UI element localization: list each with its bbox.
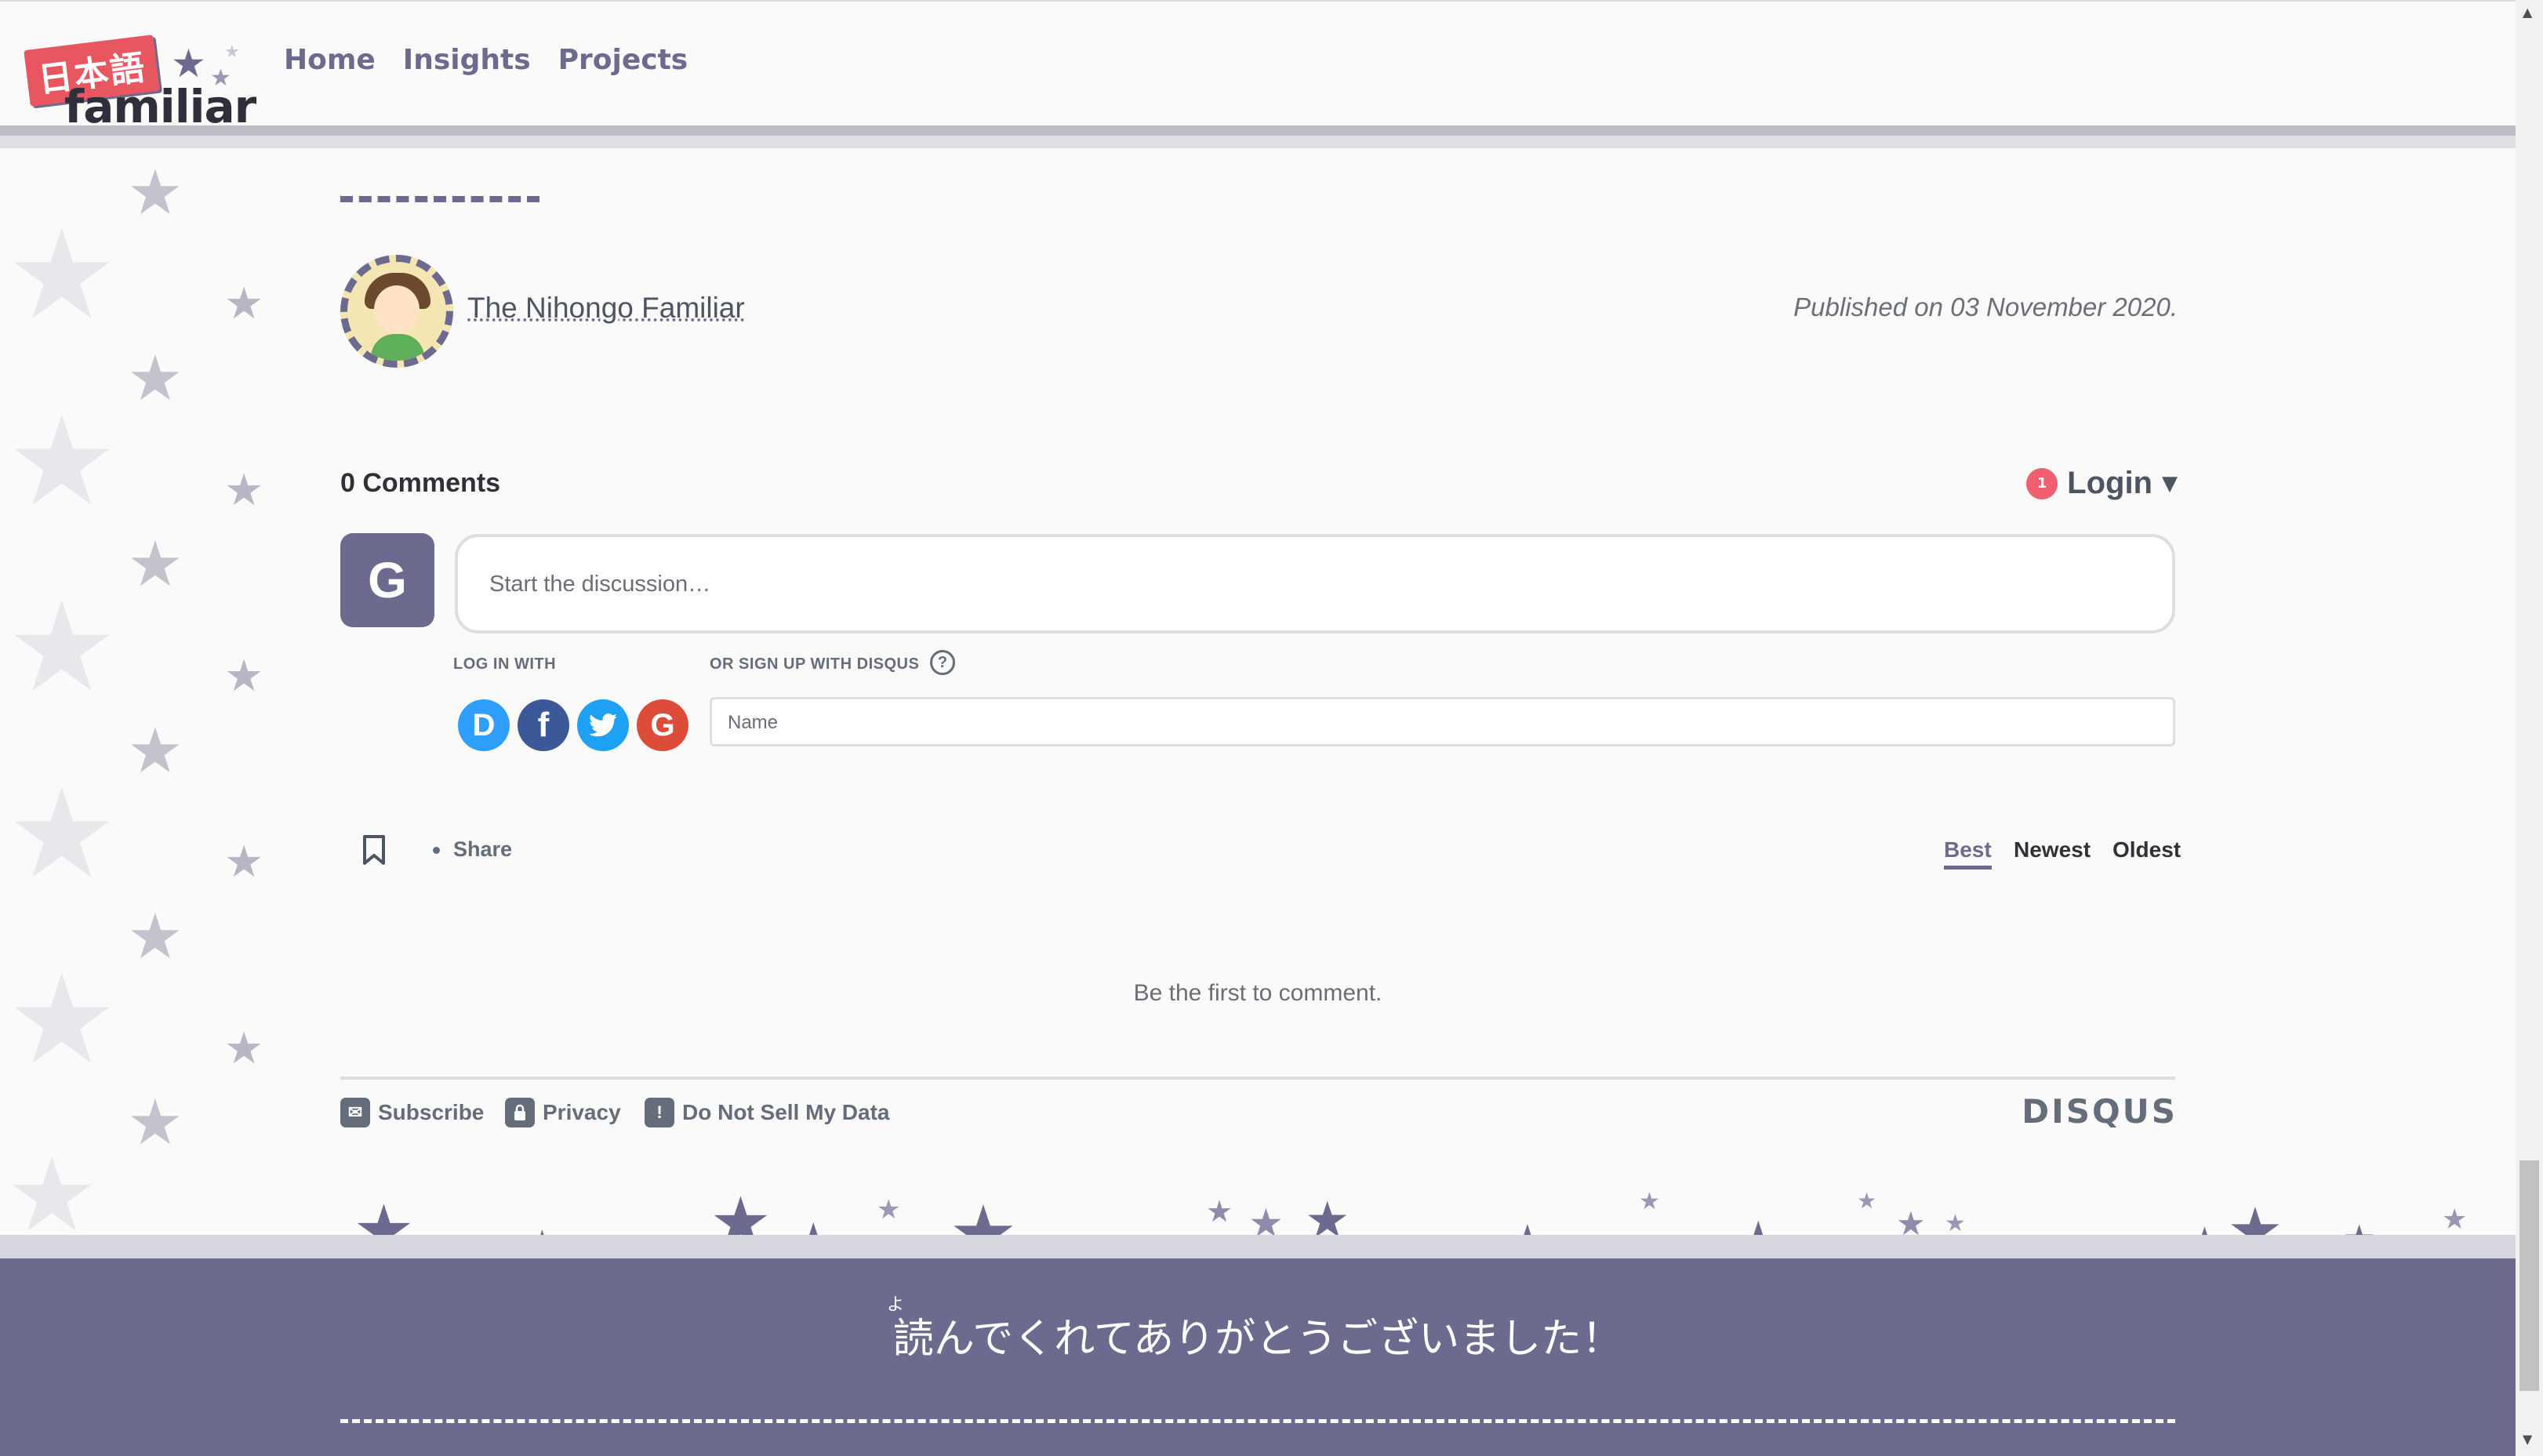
- envelope-icon: ✉: [340, 1098, 370, 1127]
- user-avatar: G: [340, 533, 434, 627]
- subscribe-label: Subscribe: [378, 1100, 485, 1124]
- star-icon: ★: [1945, 1210, 1966, 1237]
- star-icon: ★: [6, 948, 118, 1092]
- alert-icon: !: [645, 1098, 674, 1127]
- comment-placeholder: Start the discussion…: [489, 572, 711, 597]
- section-divider: [340, 196, 539, 202]
- star-icon: ★: [877, 1194, 901, 1225]
- scroll-down-icon[interactable]: ▼: [2523, 1432, 2532, 1447]
- facebook-login-button[interactable]: f: [518, 699, 569, 751]
- footer-band-top: [0, 1235, 2516, 1258]
- star-icon: ★: [127, 1086, 183, 1159]
- sign-up-label: OR SIGN UP WITH DISQUS: [710, 655, 920, 673]
- login-button[interactable]: Login: [2067, 466, 2152, 501]
- star-icon: ★: [6, 203, 118, 347]
- name-field[interactable]: Name: [710, 697, 2175, 746]
- star-icon: ★: [6, 762, 118, 906]
- star-icon: ★: [127, 714, 183, 787]
- star-icon: ★: [127, 528, 183, 601]
- lock-icon: [505, 1098, 535, 1127]
- bookmark-icon[interactable]: [362, 834, 386, 866]
- star-icon: ★: [127, 900, 183, 973]
- star-icon: ★: [224, 1023, 264, 1074]
- star-icon: ★: [210, 64, 231, 92]
- notification-badge[interactable]: 1: [2026, 467, 2058, 499]
- disqus-logo[interactable]: DISQUS: [2022, 1092, 2178, 1131]
- footer-divider: [340, 1419, 2175, 1423]
- nav-home[interactable]: Home: [284, 44, 376, 76]
- author-avatar[interactable]: [340, 255, 453, 368]
- thank-you-message: 読んでくれてありがとうございました！: [892, 1316, 1623, 1363]
- disqus-login-button[interactable]: D: [458, 699, 510, 751]
- star-icon: ★: [224, 278, 264, 329]
- privacy-label: Privacy: [543, 1100, 621, 1124]
- star-icon: ★: [2442, 1204, 2468, 1236]
- sort-oldest-tab[interactable]: Oldest: [2113, 837, 2181, 862]
- separator-dot: [433, 847, 440, 854]
- disqus-footer-divider: [340, 1077, 2175, 1080]
- do-not-sell-link[interactable]: ! Do Not Sell My Data: [645, 1098, 889, 1127]
- google-login-button[interactable]: G: [637, 699, 688, 751]
- share-button[interactable]: Share: [453, 837, 512, 862]
- do-not-sell-label: Do Not Sell My Data: [682, 1100, 890, 1124]
- star-icon: ★: [224, 837, 264, 888]
- published-date: Published on 03 November 2020.: [1793, 292, 2178, 321]
- star-icon: ★: [1857, 1188, 1877, 1214]
- scrollbar-thumb[interactable]: [2519, 1160, 2539, 1391]
- site-logo[interactable]: 日本語 familiar ★ ★ ★: [24, 31, 259, 141]
- twitter-login-button[interactable]: [577, 699, 629, 751]
- log-in-with-label: LOG IN WITH: [453, 655, 557, 673]
- comments-count: 0 Comments: [340, 468, 501, 498]
- star-icon: ★: [1639, 1188, 1660, 1215]
- caret-down-icon[interactable]: ▼: [2162, 472, 2178, 496]
- main-nav: Home Insights Projects: [284, 44, 688, 76]
- star-icon: ★: [224, 465, 264, 516]
- comment-input[interactable]: Start the discussion…: [455, 534, 2175, 634]
- sort-best-tab[interactable]: Best: [1944, 837, 1992, 870]
- site-header: 日本語 familiar ★ ★ ★ Home Insights Project…: [0, 0, 2516, 133]
- twitter-icon: [589, 713, 617, 737]
- login-menu[interactable]: 1 Login ▼: [2026, 466, 2178, 501]
- empty-comments-message: Be the first to comment.: [1133, 980, 1382, 1006]
- author-link[interactable]: The Nihongo Familiar: [467, 292, 745, 325]
- help-icon[interactable]: ?: [930, 650, 955, 675]
- star-icon: ★: [127, 156, 183, 229]
- privacy-link[interactable]: Privacy: [505, 1098, 621, 1127]
- star-icon: ★: [224, 42, 240, 62]
- star-icon: ★: [6, 1135, 98, 1254]
- star-icon: ★: [6, 576, 118, 720]
- nav-insights[interactable]: Insights: [403, 44, 531, 76]
- star-icon: ★: [171, 41, 206, 86]
- name-placeholder: Name: [728, 712, 779, 733]
- header-divider-light: [0, 136, 2516, 148]
- nav-projects[interactable]: Projects: [558, 44, 688, 76]
- star-icon: ★: [127, 342, 183, 415]
- star-icon: ★: [224, 651, 264, 702]
- scrollbar[interactable]: ▲ ▼: [2516, 0, 2543, 1456]
- scroll-up-icon[interactable]: ▲: [2523, 5, 2532, 20]
- sort-newest-tab[interactable]: Newest: [2014, 837, 2091, 862]
- subscribe-link[interactable]: ✉ Subscribe: [340, 1098, 484, 1127]
- star-icon: ★: [6, 390, 118, 534]
- star-icon: ★: [1206, 1194, 1233, 1229]
